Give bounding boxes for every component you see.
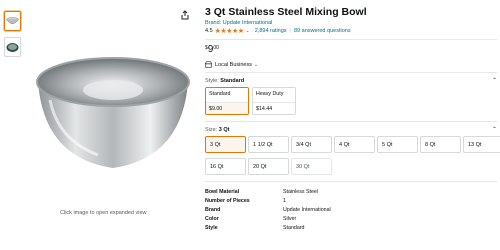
size-option[interactable]: 4 Qt bbox=[334, 136, 375, 153]
size-option[interactable]: 3/4 Qt bbox=[291, 136, 332, 153]
answered-questions-link[interactable]: 89 answered questions bbox=[294, 28, 351, 34]
style-option-name: Heavy Duty bbox=[256, 91, 284, 97]
separator: | bbox=[289, 28, 291, 34]
style-option-name: Standard bbox=[206, 88, 248, 102]
size-options: 3 Qt 1 1/2 Qt 3/4 Qt 4 Qt 5 Qt 8 Qt 13 Q… bbox=[205, 136, 500, 175]
spec-value: 1 bbox=[283, 198, 286, 205]
style-label: Style: bbox=[205, 77, 219, 84]
spec-value: Silver bbox=[283, 215, 297, 222]
thumbnail-bowl-front[interactable] bbox=[4, 11, 21, 31]
spec-value: Stainless Steel bbox=[283, 189, 319, 196]
spec-key: Number of Pieces bbox=[205, 198, 250, 205]
price-fraction: 00 bbox=[213, 45, 219, 51]
thumbnail-bowl-top[interactable] bbox=[4, 37, 21, 57]
size-option[interactable]: 8 Qt bbox=[420, 136, 461, 153]
divider bbox=[205, 72, 497, 73]
price: $ 9 00 bbox=[205, 44, 497, 55]
bowl-top-thumbnail-icon bbox=[6, 42, 19, 52]
style-section-header[interactable]: Style: Standard ⌃ bbox=[205, 77, 497, 85]
product-title: 3 Qt Stainless Steel Mixing Bowl bbox=[205, 6, 367, 18]
size-option[interactable]: 16 Qt bbox=[205, 158, 246, 175]
size-option[interactable]: 30 Qt bbox=[291, 158, 332, 175]
chevron-down-icon: ⌄ bbox=[254, 61, 259, 68]
size-option[interactable]: 3 Qt bbox=[205, 136, 246, 153]
spec-key: Style bbox=[205, 224, 218, 231]
store-icon bbox=[205, 61, 212, 68]
style-option-price: $14.44 bbox=[253, 102, 295, 114]
size-option[interactable]: 1 1/2 Qt bbox=[248, 136, 289, 153]
size-option[interactable]: 20 Qt bbox=[248, 158, 289, 175]
product-details: 3 Qt Stainless Steel Mixing Bowl Brand: … bbox=[205, 6, 500, 232]
chevron-up-icon[interactable]: ⌃ bbox=[492, 126, 497, 133]
spec-row: Brand Update International bbox=[205, 206, 497, 215]
chevron-up-icon[interactable]: ⌃ bbox=[492, 77, 497, 84]
image-caption: Click image to open expanded view bbox=[60, 210, 147, 216]
spec-row: Bowl Material Stainless Steel bbox=[205, 188, 497, 197]
divider bbox=[205, 121, 497, 122]
bowl-thumbnail-icon bbox=[6, 16, 19, 24]
spec-key: Brand bbox=[205, 206, 221, 213]
size-option[interactable]: 5 Qt bbox=[377, 136, 418, 153]
spec-value: Update International bbox=[283, 206, 331, 213]
product-specs: Bowl Material Stainless Steel Number of … bbox=[205, 188, 497, 232]
size-selected: 3 Qt bbox=[218, 126, 230, 133]
divider bbox=[205, 181, 497, 182]
thumbnail-strip bbox=[4, 11, 24, 63]
style-option-price: $9.00 bbox=[206, 102, 248, 114]
local-business-label: Local Business bbox=[215, 61, 252, 68]
spec-value: Standard bbox=[283, 224, 305, 231]
divider bbox=[205, 39, 497, 40]
size-option[interactable]: 13 Qt bbox=[463, 136, 500, 153]
style-options: Standard $9.00 Heavy Duty $14.44 bbox=[205, 87, 497, 115]
style-selected: Standard bbox=[220, 77, 245, 84]
local-business-link[interactable]: Local Business ⌄ bbox=[205, 61, 497, 68]
main-product-image[interactable] bbox=[28, 40, 198, 190]
ratings-count-link[interactable]: 2,894 ratings bbox=[255, 28, 287, 34]
spec-row: Number of Pieces 1 bbox=[205, 197, 497, 206]
brand-link[interactable]: Brand: Update International bbox=[205, 20, 497, 26]
rating-value: 4.5 bbox=[205, 28, 213, 34]
spec-key: Bowl Material bbox=[205, 189, 240, 196]
star-rating-icon[interactable]: ★★★★★ bbox=[215, 27, 244, 35]
rating-row: 4.5 ★★★★★ ⌄ 2,894 ratings | 89 answered … bbox=[205, 27, 497, 35]
spec-key: Color bbox=[205, 215, 219, 222]
style-option-standard[interactable]: Standard $9.00 bbox=[205, 87, 249, 115]
chevron-down-icon[interactable]: ⌄ bbox=[246, 28, 250, 34]
size-section-header[interactable]: Size: 3 Qt ⌃ bbox=[205, 126, 497, 134]
share-icon[interactable] bbox=[180, 10, 190, 20]
spec-row: Color Silver bbox=[205, 214, 497, 223]
spec-row: Style Standard bbox=[205, 223, 497, 232]
style-option-heavy-duty[interactable]: Heavy Duty $14.44 bbox=[252, 87, 296, 115]
size-label: Size: bbox=[205, 126, 218, 133]
